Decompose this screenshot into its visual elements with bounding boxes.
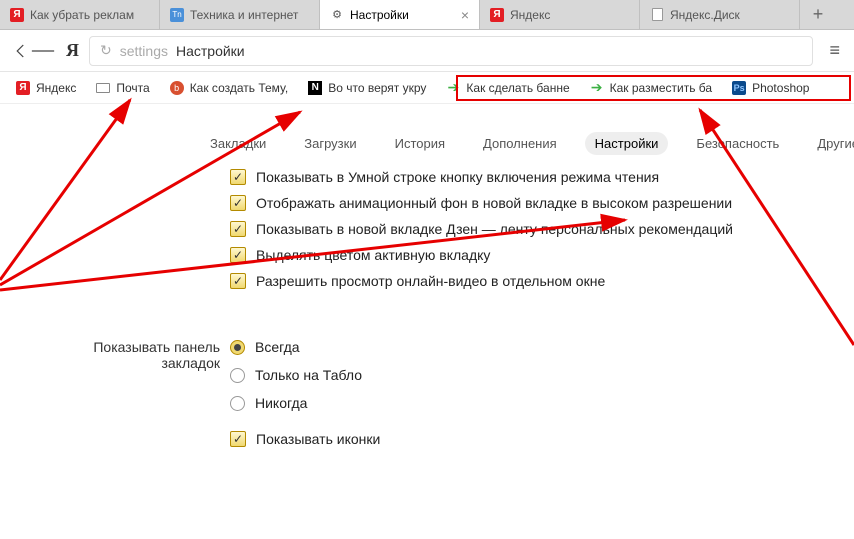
tab-label: Яндекс <box>510 8 550 22</box>
tab-label: Техника и интернет <box>190 8 298 22</box>
checkbox-row[interactable]: ✓ Выделять цветом активную вкладку <box>230 247 854 263</box>
bookmark-label: Во что верят укру <box>328 81 426 95</box>
radio-option[interactable]: Никогда <box>230 395 380 411</box>
site-icon: Tn <box>170 8 184 22</box>
bookmark-label: Почта <box>116 81 149 95</box>
settings-nav-item[interactable]: Дополнения <box>473 132 567 155</box>
settings-content: ✓ Показывать в Умной строке кнопку включ… <box>0 165 854 447</box>
photoshop-icon: Ps <box>732 81 746 95</box>
checkbox-icon: ✓ <box>230 195 246 211</box>
checkbox-label: Показывать в Умной строке кнопку включен… <box>256 169 659 185</box>
tab-0[interactable]: Я Как убрать реклам <box>0 0 160 29</box>
radio-icon <box>230 340 245 355</box>
tab-label: Настройки <box>350 8 409 22</box>
radio-label: Всегда <box>255 339 300 355</box>
address-prefix: settings <box>120 43 168 59</box>
checkbox-row[interactable]: ✓ Показывать в новой вкладке Дзен — лент… <box>230 221 854 237</box>
checkbox-icon: ✓ <box>230 169 246 185</box>
checkbox-label: Разрешить просмотр онлайн-видео в отдель… <box>256 273 605 289</box>
bookmark-4[interactable]: ➔ Как сделать банне <box>438 78 577 98</box>
bookmark-0[interactable]: Я Яндекс <box>8 78 84 98</box>
checkbox-icon: ✓ <box>230 221 246 237</box>
settings-nav-item[interactable]: Настройки <box>585 132 669 155</box>
back-button-arrow <box>30 38 56 64</box>
yandex-logo[interactable]: Я <box>66 40 79 61</box>
arrow-icon: ➔ <box>590 81 604 95</box>
settings-nav-item[interactable]: Другие устрой <box>807 132 854 155</box>
bookmark-label: Photoshop <box>752 81 809 95</box>
gear-icon: ⚙ <box>330 8 344 22</box>
address-text: Настройки <box>176 43 245 59</box>
loop-icon: ↻ <box>100 42 112 59</box>
settings-nav-item[interactable]: Загрузки <box>294 132 366 155</box>
bookmark-panel-section: Показывать панель закладок Всегда Только… <box>230 339 854 447</box>
toolbar: Я ↻ settings Настройки ≡ <box>0 30 854 72</box>
yandex-icon: Я <box>10 8 24 22</box>
checkbox-row[interactable]: ✓ Показывать в Умной строке кнопку включ… <box>230 169 854 185</box>
checkbox-icon: ✓ <box>230 273 246 289</box>
tab-label: Яндекс.Диск <box>670 8 740 22</box>
checkbox-row[interactable]: ✓ Отображать анимационный фон в новой вк… <box>230 195 854 211</box>
settings-nav-item[interactable]: История <box>385 132 455 155</box>
yandex-icon: Я <box>490 8 504 22</box>
checkbox-label: Показывать в новой вкладке Дзен — ленту … <box>256 221 733 237</box>
radio-group: Всегда Только на Табло Никогда ✓ Показыв… <box>230 339 380 447</box>
tab-label: Как убрать реклам <box>30 8 134 22</box>
radio-option[interactable]: Всегда <box>230 339 380 355</box>
new-tab-button[interactable]: + <box>800 0 836 29</box>
radio-label: Никогда <box>255 395 307 411</box>
radio-option[interactable]: Только на Табло <box>230 367 380 383</box>
blog-icon: b <box>170 81 184 95</box>
bookmark-label: Как разместить ба <box>610 81 712 95</box>
checkbox-row[interactable]: ✓ Разрешить просмотр онлайн-видео в отде… <box>230 273 854 289</box>
settings-nav: Закладки Загрузки История Дополнения Нас… <box>0 104 854 165</box>
checkbox-label: Выделять цветом активную вкладку <box>256 247 490 263</box>
tab-2[interactable]: ⚙ Настройки × <box>320 0 480 29</box>
tab-strip: Я Как убрать реклам Tn Техника и интерне… <box>0 0 854 30</box>
settings-nav-item[interactable]: Закладки <box>200 132 276 155</box>
bookmark-label: Как создать Тему, <box>190 81 289 95</box>
menu-button[interactable]: ≡ <box>823 40 846 61</box>
bookmarks-bar: Я Яндекс Почта b Как создать Тему, N Во … <box>0 72 854 104</box>
checkbox-label: Показывать иконки <box>256 431 380 447</box>
n-icon: N <box>308 81 322 95</box>
tab-1[interactable]: Tn Техника и интернет <box>160 0 320 29</box>
checkbox-icon: ✓ <box>230 431 246 447</box>
mail-icon <box>96 81 110 95</box>
bookmark-label: Яндекс <box>36 81 76 95</box>
tab-3[interactable]: Я Яндекс <box>480 0 640 29</box>
address-bar[interactable]: ↻ settings Настройки <box>89 36 813 66</box>
radio-icon <box>230 368 245 383</box>
bookmark-5[interactable]: ➔ Как разместить ба <box>582 78 720 98</box>
bookmark-2[interactable]: b Как создать Тему, <box>162 78 297 98</box>
bookmark-label: Как сделать банне <box>466 81 569 95</box>
settings-nav-item[interactable]: Безопасность <box>686 132 789 155</box>
bookmark-6[interactable]: Ps Photoshop <box>724 78 817 98</box>
bookmark-3[interactable]: N Во что верят укру <box>300 78 434 98</box>
checkbox-row[interactable]: ✓ Показывать иконки <box>230 431 380 447</box>
bookmark-1[interactable]: Почта <box>88 78 157 98</box>
checkbox-label: Отображать анимационный фон в новой вкла… <box>256 195 732 211</box>
radio-icon <box>230 396 245 411</box>
section-title: Показывать панель закладок <box>50 339 220 371</box>
arrow-icon: ➔ <box>446 81 460 95</box>
tab-4[interactable]: Яндекс.Диск <box>640 0 800 29</box>
doc-icon <box>650 8 664 22</box>
radio-label: Только на Табло <box>255 367 362 383</box>
checkbox-icon: ✓ <box>230 247 246 263</box>
close-icon[interactable]: × <box>461 8 469 22</box>
yandex-icon: Я <box>16 81 30 95</box>
